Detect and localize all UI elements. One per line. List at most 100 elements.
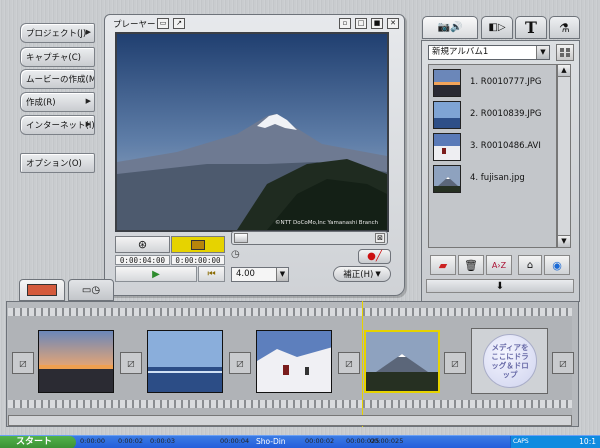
grid-view-icon: [560, 48, 570, 57]
menu-make-movie-label: ムービーの作成(M): [26, 75, 95, 85]
thumbnail-sea: [433, 101, 461, 129]
scroll-down-icon[interactable]: ▼: [558, 235, 570, 247]
submenu-arrow-icon: ▶: [85, 28, 91, 36]
clip-sea[interactable]: [147, 330, 223, 393]
tab-effects[interactable]: ⚗: [549, 16, 580, 39]
menu-internet-label: インターネット(I): [26, 121, 95, 131]
transition-slot[interactable]: ⧄: [444, 352, 466, 374]
system-tray: CAPS 10:1: [510, 436, 600, 448]
file-list: 1. R0010777.JPG 2. R0010839.JPG 3. R0010…: [428, 64, 557, 248]
narration-button[interactable]: ●╱: [358, 249, 391, 264]
ruler-tick-label: 0:00:00: [80, 437, 106, 445]
camera-speaker-icon: 📷🔊: [437, 22, 463, 33]
export-icon[interactable]: ↗: [173, 18, 185, 29]
transition-icon: ◧▷: [488, 22, 506, 33]
ruler-tick-label: 00:00:02: [305, 437, 335, 445]
tab-transition[interactable]: ◧▷: [481, 16, 513, 39]
start-label: スタート: [16, 437, 53, 447]
transition-slot[interactable]: ⧄: [229, 352, 251, 374]
tab-media[interactable]: 📷🔊: [422, 16, 478, 39]
ruler-tick-label: 00:00:04: [220, 437, 250, 445]
view-toggle-button[interactable]: [556, 44, 574, 61]
slider-end-icon[interactable]: ⊠: [375, 233, 385, 243]
clip-sunset[interactable]: [38, 330, 114, 393]
transition-slot[interactable]: ⧄: [338, 352, 360, 374]
snapshot-icon[interactable]: ▭: [157, 18, 169, 29]
film-strip-icon: [191, 239, 205, 250]
transition-slot[interactable]: ⧄: [120, 352, 142, 374]
dropdown-arrow-icon[interactable]: ▼: [536, 46, 549, 59]
list-item[interactable]: 2. R0010839.JPG: [431, 99, 553, 131]
player-panel: プレーヤー ▭ ↗ ▫ □ ■ ✕ ©NTT DoCoMo,Inc Yamana…: [104, 14, 405, 296]
drop-zone[interactable]: メディアをここにドラッグ＆ドロップ: [471, 328, 548, 394]
clip-mode-button[interactable]: ⊛: [115, 236, 170, 253]
microphone-icon: ●╱: [367, 251, 382, 262]
transition-slot[interactable]: ⧄: [12, 352, 34, 374]
total-time: 0:00:00:00: [171, 255, 225, 265]
web-button[interactable]: ◉: [544, 255, 570, 275]
add-to-storyboard-button[interactable]: ⬇: [426, 279, 574, 293]
fix-button-label: 補正(H): [343, 270, 374, 280]
speed-dropdown-icon[interactable]: ▼: [276, 268, 288, 281]
file-list-scrollbar[interactable]: ▲ ▼: [557, 64, 571, 248]
storyboard-icon: [27, 284, 57, 296]
sort-button[interactable]: A›Z: [486, 255, 512, 275]
list-item[interactable]: 1. R0010777.JPG: [431, 67, 553, 99]
import-button[interactable]: ⌂: [518, 255, 542, 275]
film-perforation: [8, 308, 572, 316]
menu-options[interactable]: オプション(O): [20, 153, 95, 173]
medium-view-icon[interactable]: □: [355, 18, 367, 29]
menu-create[interactable]: 作成(R) ▶: [20, 92, 95, 112]
small-view-icon[interactable]: ▫: [339, 18, 351, 29]
file-name: 3. R0010486.AVI: [470, 141, 541, 151]
taskbar-item[interactable]: Sho-Din: [256, 437, 286, 448]
clock: 10:1: [579, 437, 596, 446]
storyboard-scrollbar[interactable]: [8, 415, 572, 426]
caps-indicator: CAPS: [513, 438, 529, 445]
clip-snow[interactable]: [256, 330, 332, 393]
scroll-up-icon[interactable]: ▲: [558, 65, 570, 77]
menu-capture-label: キャプチャ(C): [26, 53, 81, 63]
down-arrow-icon: ⬇: [495, 280, 505, 292]
fix-button[interactable]: 補正(H) ▼: [333, 266, 391, 282]
fullscreen-icon[interactable]: ■: [371, 18, 383, 29]
menu-create-label: 作成(R): [26, 98, 56, 108]
slider-thumb[interactable]: [234, 233, 248, 243]
album-new-button[interactable]: ▰: [430, 255, 456, 275]
ruler-tick-label: 0:00:02: [118, 437, 144, 445]
red-folder-icon: ▰: [438, 258, 448, 272]
thumbnail-fuji: [433, 165, 461, 193]
skip-to-end-icon: ⏮: [207, 269, 216, 279]
play-button[interactable]: ▶: [115, 266, 197, 282]
trash-icon: 🗑: [464, 258, 478, 272]
ruler-tick-label: 0:00:03: [150, 437, 176, 445]
list-item[interactable]: 3. R0010486.AVI: [431, 131, 553, 163]
close-icon[interactable]: ✕: [387, 18, 399, 29]
movie-mode-button[interactable]: [171, 236, 225, 253]
playhead[interactable]: [362, 301, 363, 427]
menu-project[interactable]: プロジェクト(J) ▶: [20, 23, 95, 43]
tab-text[interactable]: T: [515, 16, 547, 39]
skip-end-button[interactable]: ⏮: [198, 266, 225, 282]
tab-timeline[interactable]: ▭◷: [68, 279, 114, 301]
start-button[interactable]: スタート: [0, 436, 76, 448]
delete-button[interactable]: 🗑: [458, 255, 484, 275]
drop-text: メディアをここにドラッグ＆ドロップ: [491, 343, 529, 379]
clip-fuji-selected[interactable]: [364, 330, 440, 393]
album-select[interactable]: 新規アルバム1 ▼: [428, 45, 550, 60]
transition-slot[interactable]: ⧄: [552, 352, 574, 374]
sort-az-icon: A›Z: [491, 260, 507, 270]
list-item[interactable]: 4. fujisan.jpg: [431, 163, 553, 195]
thumbnail-snow: [433, 133, 461, 161]
thumbnail-sunset: [433, 69, 461, 97]
text-icon: T: [525, 18, 537, 37]
album-select-value: 新規アルバム1: [432, 47, 489, 57]
film-reel-icon: ⊛: [137, 238, 148, 251]
trim-slider[interactable]: ⊠: [231, 231, 388, 245]
menu-make-movie[interactable]: ムービーの作成(M): [20, 69, 95, 89]
menu-capture[interactable]: キャプチャ(C): [20, 47, 95, 67]
menu-internet[interactable]: インターネット(I) ▶: [20, 115, 95, 135]
tab-storyboard[interactable]: [19, 279, 65, 301]
film-perforation: [8, 400, 572, 408]
clock-icon: ◷: [231, 249, 240, 260]
